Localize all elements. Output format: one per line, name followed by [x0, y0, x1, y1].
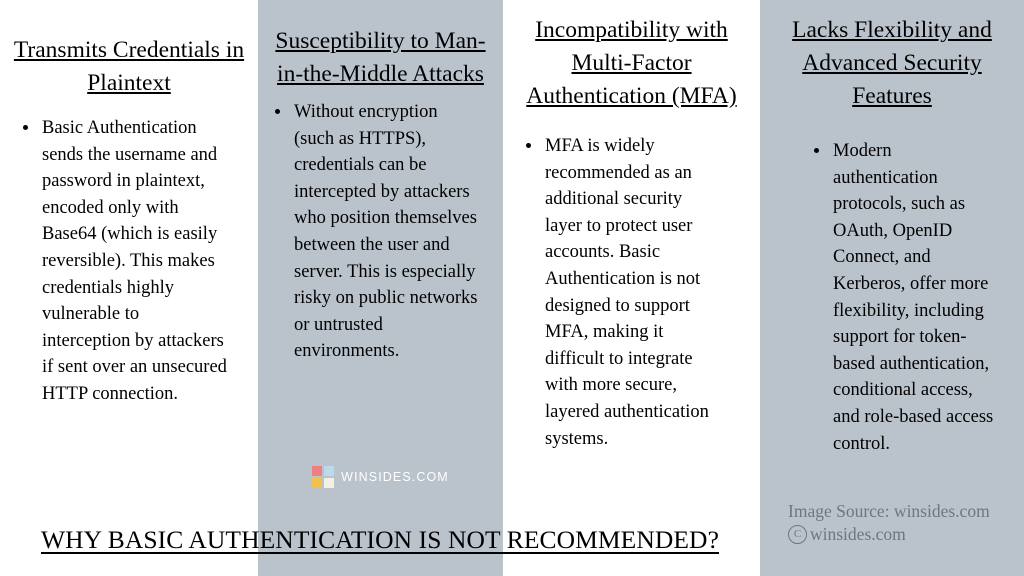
image-source-text: Image Source: winsides.com	[788, 501, 990, 521]
watermark-label: WINSIDES.COM	[341, 470, 449, 484]
attribution-block: Image Source: winsides.com C winsides.co…	[788, 500, 1024, 546]
banner-headline: WHY BASIC AUTHENTICATION IS NOT RECOMMEN…	[41, 525, 719, 554]
watermark: WINSIDES.COM	[258, 466, 503, 488]
column-1: Transmits Credentials in Plaintext Basic…	[0, 0, 258, 576]
column-title-3: Incompatibility with Multi-Factor Authen…	[526, 17, 737, 109]
column-2: Susceptibility to Man-in-the-Middle Atta…	[258, 0, 503, 576]
column-bullets-1: Basic Authentication sends the username …	[8, 115, 250, 408]
copyright-line: C winsides.com	[788, 523, 1024, 546]
column-title-2: Susceptibility to Man-in-the-Middle Atta…	[275, 28, 486, 87]
copyright-icon: C	[788, 525, 807, 544]
list-item: Without encryption (such as HTTPS), cred…	[292, 99, 481, 365]
infographic-canvas: Transmits Credentials in Plaintext Basic…	[0, 0, 1024, 576]
list-item: Modern authentication protocols, such as…	[831, 138, 996, 457]
winsides-logo-icon	[312, 466, 335, 488]
list-item: MFA is widely recommended as an addition…	[543, 133, 722, 452]
column-bullets-3: MFA is widely recommended as an addition…	[515, 133, 748, 452]
logo-square-bottom-left	[312, 478, 323, 488]
column-bullets-4: Modern authentication protocols, such as…	[776, 138, 1008, 457]
logo-square-top-right	[324, 466, 335, 476]
column-3: Incompatibility with Multi-Factor Authen…	[503, 0, 760, 576]
column-title-4: Lacks Flexibility and Advanced Security …	[792, 17, 992, 109]
list-item: Basic Authentication sends the username …	[40, 115, 230, 408]
logo-square-top-left	[312, 466, 323, 476]
logo-square-bottom-right	[324, 478, 335, 488]
bottom-banner: WHY BASIC AUTHENTICATION IS NOT RECOMMEN…	[0, 524, 760, 556]
column-bullets-2: Without encryption (such as HTTPS), cred…	[268, 99, 493, 365]
column-4: Lacks Flexibility and Advanced Security …	[760, 0, 1024, 576]
copyright-text: winsides.com	[810, 524, 906, 544]
column-title-1: Transmits Credentials in Plaintext	[13, 37, 245, 96]
